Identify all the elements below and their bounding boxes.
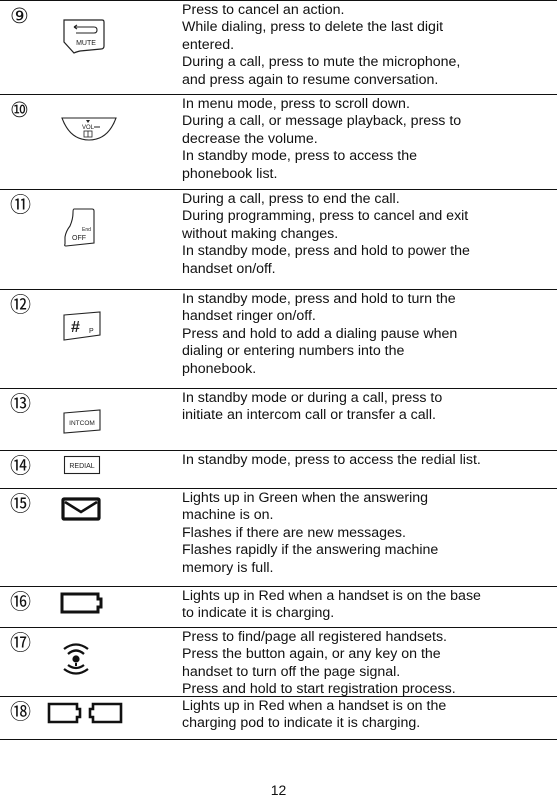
- table-row: ⑨ MUTE Press to cancel an action. While …: [0, 0, 557, 94]
- table-row: ⑩ VOL In menu mode, press to scroll down…: [0, 94, 557, 189]
- svg-text:P: P: [89, 328, 94, 335]
- redial-key-icon: REDIAL: [63, 455, 101, 475]
- description-line: Press to cancel an action.: [182, 2, 345, 18]
- item-number: ⑰: [10, 631, 31, 655]
- description-line: Press and hold to add a dialing pause wh…: [182, 325, 458, 342]
- item-description: In standby mode, press and hold to turn …: [182, 291, 550, 378]
- svg-text:#: #: [71, 319, 80, 336]
- description-line: Lights up in Green when the answering: [182, 490, 429, 506]
- table-row: ⑮ Lights up in Green when the answering …: [0, 488, 557, 586]
- svg-text:MUTE: MUTE: [76, 40, 96, 47]
- item-description: Press to find/page all registered handse…: [182, 629, 550, 699]
- description-line: initiate an intercom call or transfer a …: [182, 407, 436, 424]
- description-line: During programming, press to cancel and …: [182, 208, 469, 225]
- table-row: ⑱ Lights up in Red when a handset is on …: [0, 696, 557, 740]
- item-description: Lights up in Red when a handset is on th…: [182, 588, 550, 623]
- description-line: to indicate it is charging.: [182, 605, 335, 622]
- table-row: ⑪ End OFF During a call, press to end th…: [0, 189, 557, 289]
- item-number: ⑩: [10, 98, 29, 122]
- description-line: During a call, or message playback, pres…: [182, 113, 462, 130]
- item-number: ⑫: [10, 293, 31, 317]
- item-description: Lights up in Green when the answering ma…: [182, 490, 550, 577]
- item-number: ⑱: [10, 700, 31, 724]
- item-number: ⑨: [10, 4, 29, 28]
- description-line: handset ringer on/off.: [182, 308, 316, 325]
- svg-text:REDIAL: REDIAL: [69, 463, 94, 470]
- description-line: In standby mode, press and hold to power…: [182, 243, 470, 260]
- description-line: In standby mode, press to access the: [182, 148, 418, 165]
- svg-text:VOL: VOL: [82, 125, 95, 131]
- battery-charging-icon: [60, 592, 103, 614]
- table-row: ⑫ # P In standby mode, press and hold to…: [0, 289, 557, 388]
- description-line: charging pod to indicate it is charging.: [182, 715, 421, 732]
- page-number: 12: [270, 782, 287, 798]
- description-line: In standby mode or during a call, press …: [182, 390, 443, 406]
- description-line: entered.: [182, 36, 235, 53]
- item-number: ⑬: [10, 392, 31, 416]
- description-line: Press the button again, or any key on th…: [182, 646, 441, 663]
- description-line: handset on/off.: [182, 260, 276, 277]
- table-row: ⑰ Press to find/page all registered hand…: [0, 627, 557, 699]
- description-line: Lights up in Red when a handset is on th…: [182, 698, 447, 714]
- item-description: Press to cancel an action. While dialing…: [182, 2, 550, 89]
- description-line: phonebook list.: [182, 165, 278, 182]
- item-number: ⑮: [10, 492, 31, 516]
- description-line: Lights up in Red when a handset is on th…: [182, 588, 481, 604]
- description-line: In standby mode, press to access the red…: [182, 452, 481, 468]
- description-line: During a call, press to end the call.: [182, 191, 400, 207]
- description-line: During a call, press to mute the microph…: [182, 54, 461, 71]
- description-line: Press to find/page all registered handse…: [182, 629, 447, 645]
- mute-back-key-icon: MUTE: [63, 19, 105, 54]
- item-description: In standby mode or during a call, press …: [182, 390, 550, 425]
- hash-pause-key-icon: # P: [63, 311, 101, 341]
- description-line: handset to turn off the page signal.: [182, 663, 401, 680]
- end-off-key-icon: End OFF: [64, 208, 95, 247]
- description-line: decrease the volume.: [182, 130, 318, 147]
- svg-text:OFF: OFF: [72, 235, 86, 242]
- volume-down-phonebook-key-icon: VOL: [61, 117, 117, 141]
- item-description: Lights up in Red when a handset is on th…: [182, 698, 550, 733]
- item-number: ⑭: [10, 454, 31, 478]
- description-line: Flashes rapidly if the answering machine: [182, 542, 439, 559]
- description-line: phonebook.: [182, 360, 257, 377]
- svg-text:End: End: [82, 227, 91, 233]
- table-row: ⑭ REDIAL In standby mode, press to acces…: [0, 450, 557, 488]
- item-description: In standby mode, press to access the red…: [182, 452, 550, 469]
- table-bottom-border: [0, 739, 557, 740]
- item-description: During a call, press to end the call. Du…: [182, 191, 550, 278]
- svg-text:INTCOM: INTCOM: [69, 420, 95, 427]
- page-find-signal-icon: [63, 643, 89, 675]
- description-line: and press again to resume conversation.: [182, 71, 439, 88]
- description-line: dialing or entering numbers into the: [182, 343, 405, 360]
- description-line: In standby mode, press and hold to turn …: [182, 291, 456, 307]
- description-line: In menu mode, press to scroll down.: [182, 96, 410, 112]
- description-line: Flashes if there are new messages.: [182, 524, 406, 541]
- description-line: While dialing, press to delete the last …: [182, 19, 444, 36]
- table-row: ⑬ INTCOM In standby mode or during a cal…: [0, 388, 557, 450]
- item-description: In menu mode, press to scroll down. Duri…: [182, 96, 550, 183]
- dual-battery-charging-icon: [47, 702, 123, 724]
- table-row: ⑯ Lights up in Red when a handset is on …: [0, 586, 557, 627]
- description-line: memory is full.: [182, 559, 274, 576]
- description-line: machine is on.: [182, 507, 274, 524]
- intercom-key-icon: INTCOM: [63, 409, 101, 434]
- item-number: ⑪: [10, 193, 31, 217]
- item-number: ⑯: [10, 590, 31, 614]
- message-envelope-icon: [61, 497, 101, 521]
- description-line: without making changes.: [182, 225, 339, 242]
